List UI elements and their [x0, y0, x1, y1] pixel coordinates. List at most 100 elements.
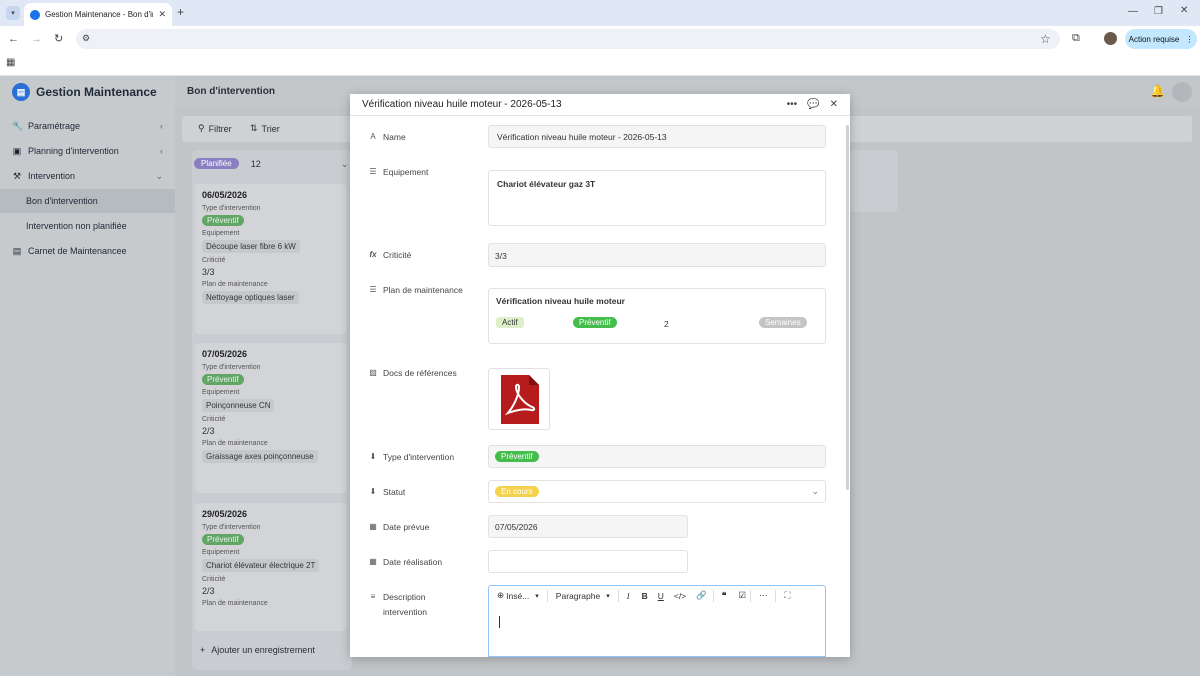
pdf-attachment[interactable]: [488, 368, 550, 430]
app-brand[interactable]: ▤ Gestion Maintenance: [12, 83, 157, 101]
calendar-icon: ▣: [12, 145, 22, 156]
underline-icon[interactable]: U: [652, 586, 670, 605]
paragraph-dropdown[interactable]: Paragraphe ▾: [548, 586, 618, 605]
plan-chip: Nettoyage optiques laser: [202, 291, 299, 304]
caret-down-icon: ▾: [606, 592, 610, 600]
filter-label: Filtrer: [208, 123, 232, 134]
field-label-name: A Name: [369, 132, 479, 142]
kanban-card[interactable]: 29/05/2026 Type d'intervention Préventif…: [195, 503, 346, 631]
new-tab-icon[interactable]: +: [177, 5, 184, 19]
criticity-value: 2/3: [202, 586, 215, 596]
close-tab-icon[interactable]: ✕: [158, 9, 166, 20]
field-label-docs: ▨ Docs de références: [369, 368, 479, 378]
action-required-label: Action requise: [1128, 34, 1180, 44]
tab-search-icon[interactable]: ▾: [6, 6, 20, 20]
page-title: Bon d'intervention: [187, 86, 275, 97]
browser-tab[interactable]: Gestion Maintenance - Bon d'in ✕: [24, 3, 172, 26]
date-prevue-field[interactable]: 07/05/2026: [488, 515, 688, 538]
fullscreen-icon[interactable]: ⛶: [776, 586, 798, 605]
comment-icon[interactable]: 💬: [807, 99, 819, 110]
chevron-down-icon[interactable]: ⌄: [341, 159, 349, 170]
description-editor[interactable]: [488, 605, 826, 657]
italic-icon[interactable]: I: [619, 586, 638, 605]
quote-icon[interactable]: ❝: [714, 586, 735, 605]
code-icon[interactable]: </>: [670, 586, 690, 605]
formula-icon: fx: [369, 250, 377, 259]
reload-icon[interactable]: ↻: [54, 32, 63, 45]
sidebar-item-intervention-non-planifiee[interactable]: Intervention non planifiée: [0, 214, 175, 238]
maximize-icon[interactable]: ❐: [1154, 6, 1163, 17]
more-icon[interactable]: ⋯: [751, 586, 776, 605]
field-label-criticite: fx Criticité: [369, 250, 479, 260]
sidebar-item-label: Planning d'intervention: [28, 146, 119, 156]
menu-dots-icon: ⋮: [1185, 34, 1194, 44]
profile-avatar[interactable]: [1104, 32, 1117, 45]
pdf-icon: [501, 375, 539, 424]
sort-button[interactable]: ⇅ Trier: [250, 123, 280, 134]
card-field-label: Type d'intervention: [202, 524, 261, 531]
chevron-left-icon: ‹: [160, 121, 163, 131]
extensions-icon[interactable]: ⧉: [1072, 32, 1080, 45]
sidebar-item-bon-intervention[interactable]: Bon d'intervention: [0, 189, 175, 213]
field-label-plan: ☰ Plan de maintenance: [369, 285, 479, 295]
forward-icon[interactable]: →: [31, 33, 42, 45]
name-field[interactable]: Vérification niveau huile moteur - 2026-…: [488, 125, 826, 148]
card-field-label: Plan de maintenance: [202, 281, 268, 288]
plan-unit-badge: Semaines: [759, 317, 807, 328]
equipement-field[interactable]: Chariot élévateur gaz 3T: [488, 170, 826, 226]
label-text: intervention: [383, 607, 427, 617]
kanban-card[interactable]: 06/05/2026 Type d'intervention Préventif…: [195, 184, 346, 334]
sidebar-item-carnet[interactable]: ▤ Carnet de Maintenancee: [0, 239, 175, 263]
checkbox-icon[interactable]: ☑: [734, 586, 750, 605]
sidebar-item-intervention[interactable]: ⚒ Intervention ⌄: [0, 164, 175, 188]
add-record-button[interactable]: + Ajouter un enregistrement: [195, 638, 350, 662]
filter-button[interactable]: ⚲ Filtrer: [198, 123, 232, 134]
bookmark-star-icon[interactable]: ☆: [1040, 32, 1051, 46]
date-realisation-field[interactable]: [488, 550, 688, 573]
field-label-type: ⬇ Type d'intervention: [369, 452, 479, 462]
sort-icon: ⇅: [250, 123, 258, 133]
card-field-label: Type d'intervention: [202, 364, 261, 371]
modal-scrollbar[interactable]: [846, 125, 849, 490]
label-text: Equipement: [383, 167, 429, 177]
equipment-chip: Découpe laser fibre 6 kW: [202, 240, 300, 253]
plus-icon: +: [200, 645, 206, 655]
more-icon[interactable]: •••: [787, 99, 798, 110]
card-field-label: Type d'intervention: [202, 205, 261, 212]
back-icon[interactable]: ←: [8, 33, 19, 45]
sidebar-item-parametrage[interactable]: 🔧 Paramétrage ‹: [0, 114, 175, 138]
calendar-icon: ▦: [369, 557, 377, 566]
bell-icon[interactable]: 🔔: [1150, 84, 1165, 98]
site-settings-icon[interactable]: ⚙: [82, 33, 90, 44]
criticity-value: 2/3: [202, 426, 215, 436]
card-field-label: Equipement: [202, 389, 240, 396]
label-text: Date prévue: [383, 522, 430, 532]
label-text: Type d'intervention: [383, 452, 455, 462]
insert-dropdown[interactable]: ⊕ Insé... ▾: [489, 586, 547, 605]
add-record-label: Ajouter un enregistrement: [211, 645, 315, 655]
bold-icon[interactable]: B: [638, 586, 652, 605]
close-window-icon[interactable]: ✕: [1180, 5, 1188, 16]
sidebar-item-planning[interactable]: ▣ Planning d'intervention ‹: [0, 139, 175, 163]
sort-label: Trier: [261, 123, 280, 134]
kanban-card[interactable]: 07/05/2026 Type d'intervention Préventif…: [195, 343, 346, 493]
label-text: Date réalisation: [383, 557, 443, 567]
status-badge: En cours: [495, 486, 539, 497]
link-icon[interactable]: 🔗: [690, 586, 713, 605]
sidebar-item-label: Paramétrage: [28, 121, 81, 131]
address-bar[interactable]: [76, 29, 1060, 49]
label-text: Name: [383, 132, 406, 142]
status-badge: Planifiée: [194, 158, 239, 169]
text-cursor: [499, 616, 500, 628]
statut-select[interactable]: En cours ⌄: [488, 480, 826, 503]
type-field: Préventif: [488, 445, 826, 468]
card-field-label: Plan de maintenance: [202, 440, 268, 447]
dropdown-circle-icon: ⬇: [369, 487, 377, 496]
apps-grid-icon[interactable]: ▦: [6, 57, 15, 68]
criticity-value: 3/3: [202, 267, 215, 277]
avatar[interactable]: [1172, 82, 1192, 102]
action-required-button[interactable]: Action requise ⋮: [1125, 29, 1197, 49]
minimize-icon[interactable]: —: [1128, 6, 1138, 17]
list-icon: ☰: [369, 285, 377, 294]
close-icon[interactable]: ✕: [830, 99, 838, 110]
